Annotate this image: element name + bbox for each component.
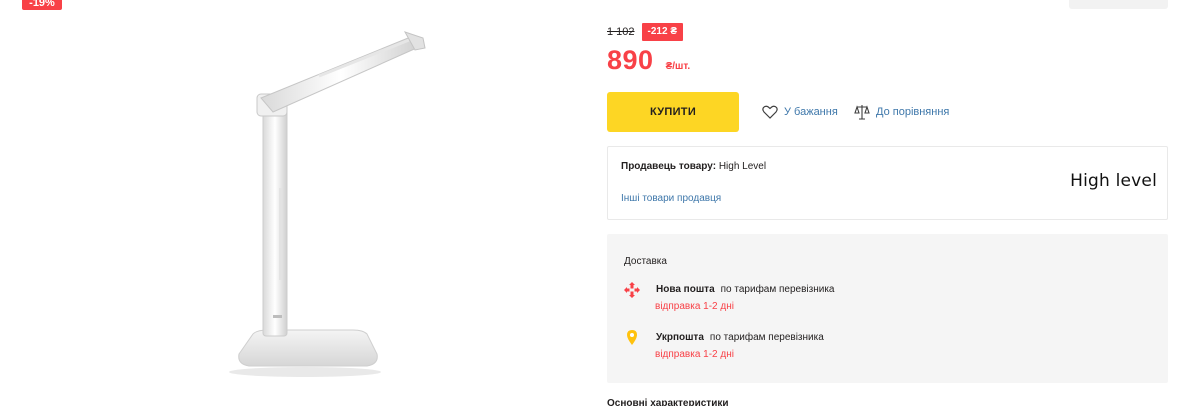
scales-icon xyxy=(854,105,870,120)
desk-lamp-image xyxy=(229,31,426,377)
price-unit: ₴/шт. xyxy=(665,61,691,72)
carrier-rate: по тарифам перевізника xyxy=(709,332,824,343)
seller-other-products-link[interactable]: Інші товари продавця xyxy=(621,193,721,204)
delivery-box: Доставка Нова пошта по тарифам перевізник… xyxy=(607,234,1168,383)
seller-logo[interactable]: High level xyxy=(1070,171,1157,191)
discount-badge: -19% xyxy=(22,0,62,10)
carrier-name: Нова пошта по тарифам перевізника xyxy=(656,284,835,295)
price-discount-badge: -212 ₴ xyxy=(641,23,683,41)
top-right-button[interactable] xyxy=(1069,0,1168,9)
carrier-name: Укрпошта по тарифам перевізника xyxy=(656,332,824,343)
seller-line: Продавець товару: High Level xyxy=(621,161,766,172)
heart-icon xyxy=(762,105,778,119)
current-price: 890 xyxy=(607,45,654,75)
carrier-rate: по тарифам перевізника xyxy=(720,284,835,295)
product-image[interactable] xyxy=(127,12,489,406)
compare-link[interactable]: До порівняння xyxy=(854,103,949,121)
carrier-eta: відправка 1-2 дні xyxy=(655,349,734,360)
buy-button[interactable]: КУПИТИ xyxy=(607,92,739,132)
compare-label: До порівняння xyxy=(876,106,950,118)
old-price: 1 102 xyxy=(607,26,635,38)
ukrposhta-icon xyxy=(627,330,637,345)
carrier-title: Укрпошта xyxy=(656,332,704,343)
wishlist-label: У бажання xyxy=(784,106,838,118)
seller-name: High Level xyxy=(718,161,767,172)
wishlist-link[interactable]: У бажання xyxy=(762,103,838,121)
carrier-eta: відправка 1-2 дні xyxy=(655,301,734,312)
seller-prefix: Продавець товару: xyxy=(621,161,717,172)
nova-poshta-icon xyxy=(624,282,640,298)
price-block: 1 102 -212 ₴ 890 ₴/шт. xyxy=(607,23,690,76)
carrier-title: Нова пошта xyxy=(656,284,715,295)
characteristics-heading: Основні характеристики xyxy=(607,398,729,406)
seller-box: Продавець товару: High Level Інші товари… xyxy=(607,146,1168,220)
delivery-title: Доставка xyxy=(624,256,667,267)
